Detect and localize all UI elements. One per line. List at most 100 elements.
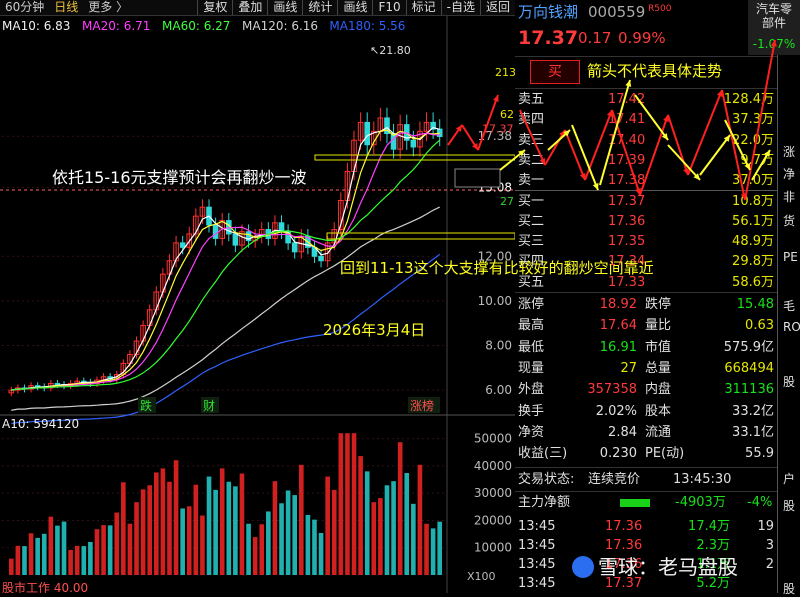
vol-legend: A10: 594120 (2, 417, 79, 431)
book-row[interactable]: 卖五 17.42 128.4万 (515, 90, 800, 110)
vol-bar (219, 468, 225, 575)
chart-toolbar: 60分钟 日线 更多 〉 复权 叠加 画线 统计 画线 F10 标记 -自选 返… (0, 0, 515, 16)
sector-name: 汽车零部件 (755, 2, 792, 30)
book-row[interactable]: 卖四 17.41 37.3万 (515, 110, 800, 130)
y-tick-label: 8.00 (485, 339, 512, 353)
mark-button[interactable]: 标记 (405, 0, 441, 15)
vol-bar (101, 525, 106, 575)
tab-period-60min[interactable]: 60分钟 (0, 0, 49, 15)
edge-label: 户 (783, 472, 796, 486)
ma-legend-item: MA180: 5.56 (329, 19, 405, 33)
last-price: 17.37 (518, 27, 579, 49)
stats-row: 换手 2.02% 股本 33.2亿 (515, 402, 800, 422)
draw-line-button[interactable]: 画线 (337, 0, 372, 15)
back-button[interactable]: 返回 (479, 0, 515, 15)
vol-bar (430, 528, 436, 575)
vol-bar (193, 484, 199, 575)
vol-bar (305, 515, 311, 575)
tick-count: 2 (765, 557, 774, 572)
candle-body (179, 242, 186, 248)
vol-bar (206, 476, 212, 575)
book-price: 17.38 (608, 173, 646, 189)
book-row[interactable]: 买一 17.37 10.8万 (515, 192, 800, 212)
vol-tick-label: 20000 (474, 513, 512, 527)
vol-bar (140, 489, 146, 575)
stat-label: 收益(三) (518, 446, 568, 462)
divider (515, 292, 777, 293)
book-label: 卖一 (518, 173, 545, 189)
edge-label: 股 (783, 375, 796, 389)
book-row[interactable]: 卖三 17.40 22.0万 (515, 131, 800, 151)
book-volume: 37.3万 (732, 112, 774, 128)
tick-count: 19 (757, 519, 774, 534)
edge-label: PE (783, 250, 798, 264)
f10-button[interactable]: F10 (372, 0, 405, 15)
sector-box[interactable]: 汽车零部件 -1.07% (748, 0, 800, 55)
watchlist-button[interactable]: -自选 (440, 0, 480, 15)
vol-bar (121, 482, 126, 575)
vol-bar (200, 515, 205, 575)
stat-value: 0.230 (599, 446, 637, 462)
stat-value: 55.9 (745, 446, 774, 462)
vol-tick-label: 30000 (474, 486, 512, 500)
vol-bar (285, 490, 291, 575)
vol-bar (180, 508, 185, 575)
book-price: 17.40 (608, 132, 646, 148)
book-row[interactable]: 买三 17.35 48.9万 (515, 232, 800, 252)
stat-value: 16.91 (599, 339, 637, 355)
stat-label: 最低 (518, 339, 545, 355)
vol-bar (28, 533, 34, 575)
vol-bar (417, 464, 423, 575)
book-row[interactable]: 买二 17.36 56.1万 (515, 212, 800, 232)
adjust-button[interactable]: 复权 (197, 0, 232, 15)
price-change: 0.17 (578, 29, 612, 47)
stat-value: 575.9亿 (723, 339, 774, 355)
vol-tick-label: 50000 (474, 432, 512, 446)
vol-bar (167, 481, 172, 575)
stat-label: 涨停 (518, 297, 545, 312)
book-row[interactable]: 卖一 17.38 37.0万 (515, 171, 800, 191)
vol-bar (127, 523, 133, 575)
vol-bar (272, 481, 278, 575)
stat-label: 量比 (645, 318, 672, 334)
vol-bar (397, 442, 403, 575)
stat-label: 最高 (518, 318, 545, 334)
candle-body (54, 382, 61, 386)
tab-more[interactable]: 更多 〉 (83, 0, 133, 15)
candle-body (410, 139, 417, 148)
stat-label: 现量 (518, 360, 545, 376)
ma-legend-item: MA20: 6.71 (82, 19, 150, 33)
stats-button[interactable]: 统计 (302, 0, 337, 15)
stat-value: 15.48 (736, 297, 774, 312)
tick-time: 13:45 (518, 576, 556, 591)
vol-bar (292, 495, 298, 575)
y-tick-label: 10.00 (478, 294, 512, 308)
vol-bar (331, 489, 337, 575)
book-label: 卖二 (518, 152, 545, 168)
buy-button[interactable]: 买 (530, 60, 580, 84)
vol-bar (68, 549, 73, 575)
book-row[interactable]: 卖二 17.39 9.7万 (515, 151, 800, 171)
main-flow-bar (620, 499, 650, 507)
candle-body (364, 121, 371, 146)
quote-panel: 万向钱潮 000559 R500 17.37 0.17 0.99% 卖五 17.… (515, 0, 800, 596)
watermark-text: 雪球：老马盘股 (598, 555, 738, 579)
stats-row: 外盘 357358 内盘 311136 (515, 380, 800, 400)
tick-row: 13:45 17.36 17.4万 19 (515, 517, 800, 537)
vol-bar (312, 519, 317, 575)
overlay-button[interactable]: 叠加 (232, 0, 267, 15)
vol-bar (252, 537, 258, 575)
vol-bar (147, 485, 153, 575)
book-label: 买二 (518, 213, 545, 229)
book-price: 17.39 (608, 152, 646, 168)
stat-value: 33.2亿 (732, 403, 774, 419)
tab-daily[interactable]: 日线 (49, 0, 83, 15)
tick-volume: 17.4万 (688, 519, 730, 534)
kline-chart[interactable]: 17.3815.0812.0010.008.006.0017.372136227… (0, 0, 515, 593)
tick-price: 17.36 (605, 519, 643, 534)
divider (515, 491, 777, 492)
vol-bar (246, 523, 251, 575)
main-flow-value: -4903万 (675, 495, 726, 510)
stat-value: 668494 (724, 360, 774, 376)
draw-button[interactable]: 画线 (267, 0, 302, 15)
